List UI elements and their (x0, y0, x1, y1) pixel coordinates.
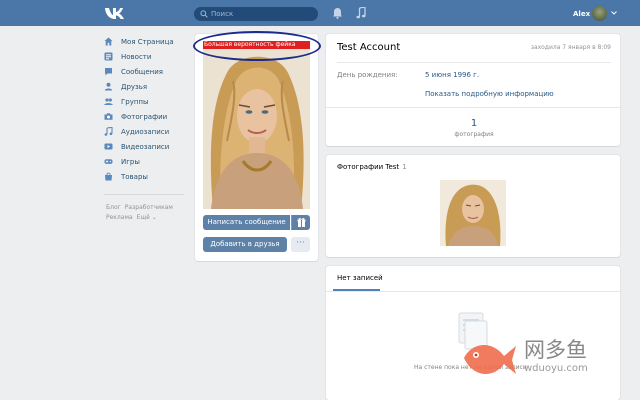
photo-counter-label[interactable]: фотография (444, 131, 504, 139)
friends-icon (104, 82, 113, 91)
page-title: Test Account (337, 42, 401, 53)
top-header: Поиск Alex (0, 0, 640, 26)
sidebar-item-label: Видеозаписи (121, 142, 170, 151)
footer-link-more[interactable]: Ещё ⌄ (137, 214, 157, 221)
sidebar-item-label: Новости (121, 52, 152, 61)
footer-link-developers[interactable]: Разработчикам (125, 204, 173, 211)
sidebar-item-label: Друзья (121, 82, 148, 91)
sidebar-item-news[interactable]: Новости (104, 49, 190, 64)
bell-icon[interactable] (332, 7, 343, 19)
vk-logo-icon[interactable] (104, 6, 126, 20)
photo-thumbnail-image (440, 180, 506, 246)
user-name[interactable]: Alex (573, 9, 590, 19)
profile-photo-image (203, 41, 310, 209)
show-more-info-link[interactable]: Показать подробную информацию (425, 90, 554, 99)
sidebar-item-label: Аудиозаписи (121, 127, 170, 136)
write-message-button[interactable]: Написать сообщение (203, 215, 290, 230)
search-box[interactable]: Поиск (194, 7, 318, 21)
footer-link-blog[interactable]: Блог (106, 204, 121, 211)
home-icon (104, 37, 113, 46)
search-icon (200, 10, 208, 18)
sidebar-item-games[interactable]: Игры (104, 154, 190, 169)
avatar[interactable] (592, 6, 607, 21)
counters-divider (326, 107, 620, 108)
highlight-ellipse (193, 31, 321, 61)
gift-button[interactable] (291, 215, 310, 230)
birthday-value[interactable]: 5 июня 1996 г. (425, 71, 479, 80)
groups-icon (104, 98, 113, 105)
sidebar-footer-links: Блог Разработчикам Реклама Ещё ⌄ (106, 203, 196, 223)
birthday-label: День рождения: (337, 71, 398, 79)
sidebar-item-label: Группы (121, 97, 149, 106)
more-dots: ··· (296, 238, 305, 248)
camera-icon (104, 113, 113, 120)
add-friend-button[interactable]: Добавить в друзья (203, 237, 287, 252)
photos-block-count: 1 (402, 163, 407, 171)
photo-thumbnail[interactable] (440, 180, 506, 246)
fish-logo-icon (464, 344, 516, 375)
last-seen-status: заходила 7 января в 8:09 (530, 44, 611, 51)
tab-no-posts[interactable]: Нет записей (337, 274, 383, 283)
photo-counter-value[interactable]: 1 (460, 118, 488, 130)
footer-link-ads[interactable]: Реклама (106, 214, 133, 221)
sidebar-item-video[interactable]: Видеозаписи (104, 139, 190, 154)
bag-icon (105, 172, 112, 181)
sidebar-item-label: Товары (121, 172, 148, 181)
photos-block-title[interactable]: Фотографии Test 1 (337, 163, 407, 172)
sidebar-item-label: Сообщения (121, 67, 164, 76)
gift-icon (297, 217, 306, 227)
chevron-down-icon[interactable] (611, 11, 617, 15)
watermark-url: wduoyu.com (524, 363, 588, 374)
gamepad-icon (104, 159, 113, 164)
sidebar-item-photos[interactable]: Фотографии (104, 109, 190, 124)
sidebar-item-goods[interactable]: Товары (104, 169, 190, 184)
sidebar-nav: Моя Страница Новости Сообщения Друзья Гр… (104, 34, 190, 184)
sidebar-item-label: Игры (121, 157, 140, 166)
sidebar-item-label: Фотографии (121, 112, 168, 121)
sidebar-item-label: Моя Страница (121, 37, 174, 46)
profile-photo[interactable] (203, 41, 310, 209)
sidebar-item-groups[interactable]: Группы (104, 94, 190, 109)
more-actions-button[interactable]: ··· (291, 237, 310, 252)
sidebar-item-messages[interactable]: Сообщения (104, 64, 190, 79)
photos-block-title-text: Фотографии Test (337, 163, 400, 171)
music-icon[interactable] (356, 7, 366, 19)
message-icon (105, 68, 112, 76)
music-icon (104, 127, 113, 136)
video-icon (104, 143, 113, 150)
sidebar-item-my-page[interactable]: Моя Страница (104, 34, 190, 49)
sidebar-item-friends[interactable]: Друзья (104, 79, 190, 94)
wall-divider (326, 291, 620, 292)
search-input[interactable]: Поиск (211, 9, 233, 19)
info-divider (337, 62, 611, 63)
news-icon (104, 52, 113, 61)
sidebar-divider (104, 194, 184, 195)
watermark-text: 网多鱼 (524, 338, 587, 362)
sidebar-item-audio[interactable]: Аудиозаписи (104, 124, 190, 139)
